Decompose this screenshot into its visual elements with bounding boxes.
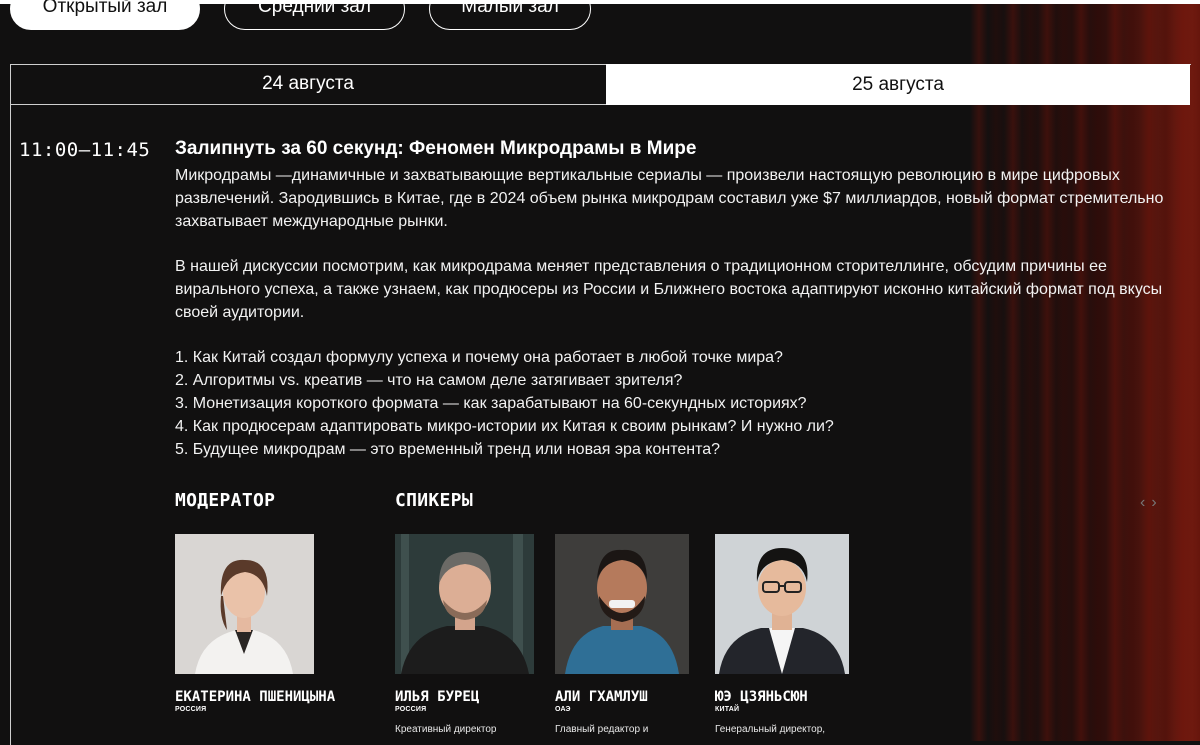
- day-tab-25[interactable]: 25 августа: [606, 64, 1190, 105]
- speaker-photo: [395, 534, 534, 674]
- hall-tab-medium[interactable]: Средний зал: [224, 0, 405, 30]
- question-item: 3. Монетизация короткого формата — как з…: [175, 395, 807, 412]
- speaker-role: Креативный директор: [395, 724, 497, 735]
- moderator-country: РОССИЯ: [175, 706, 207, 713]
- day-tabs: 24 августа 25 августа: [10, 64, 1190, 105]
- session-time: 11:00–11:45: [19, 139, 151, 161]
- hall-tab-label: Средний зал: [258, 0, 371, 17]
- speaker-role: Главный редактор и: [555, 724, 649, 735]
- speaker-card[interactable]: АЛИ ГХАМЛУШ ОАЭ Главный редактор и: [555, 534, 694, 735]
- speaker-card[interactable]: ЮЭ ЦЗЯНЬСЮН КИТАЙ Генеральный директор,: [715, 534, 854, 735]
- speaker-photo: [715, 534, 854, 674]
- speaker-card[interactable]: ИЛЬЯ БУРЕЦ РОССИЯ Креативный директор: [395, 534, 534, 735]
- description-paragraph: В нашей дискуссии посмотрим, как микродр…: [175, 258, 1163, 321]
- speaker-country: РОССИЯ: [395, 706, 427, 713]
- carousel-arrows: ‹›: [1140, 494, 1163, 512]
- speaker-role: Генеральный директор,: [715, 724, 826, 735]
- speaker-photo: [555, 534, 694, 674]
- hall-tab-small[interactable]: Малый зал: [429, 0, 591, 30]
- chevron-right-icon[interactable]: ›: [1151, 494, 1162, 511]
- speaker-name: ИЛЬЯ БУРЕЦ: [395, 689, 480, 705]
- question-item: 5. Будущее микродрам — это временный тре…: [175, 441, 721, 458]
- day-tab-24[interactable]: 24 августа: [10, 64, 606, 105]
- hall-tab-label: Малый зал: [461, 0, 559, 17]
- session-description: Микродрамы —динамичные и захватывающие в…: [175, 164, 1185, 461]
- hall-tab-open[interactable]: Открытый зал: [10, 0, 200, 30]
- session-title: Залипнуть за 60 секунд: Феномен Микродра…: [175, 138, 697, 159]
- speaker-country: ОАЭ: [555, 706, 571, 713]
- description-paragraph: Микродрамы —динамичные и захватывающие в…: [175, 167, 1164, 230]
- speaker-name: АЛИ ГХАМЛУШ: [555, 689, 648, 705]
- speakers-heading: СПИКЕРЫ: [395, 490, 473, 511]
- chevron-left-icon[interactable]: ‹: [1140, 494, 1151, 511]
- question-item: 4. Как продюсерам адаптировать микро-ист…: [175, 418, 834, 435]
- moderator-name: ЕКАТЕРИНА ПШЕНИЦЫНА: [175, 689, 336, 705]
- speaker-country: КИТАЙ: [715, 706, 740, 713]
- moderator-card[interactable]: ЕКАТЕРИНА ПШЕНИЦЫНА РОССИЯ: [175, 534, 335, 713]
- speaker-name: ЮЭ ЦЗЯНЬСЮН: [715, 689, 808, 705]
- hall-tab-label: Открытый зал: [42, 0, 168, 17]
- question-item: 2. Алгоритмы vs. креатив — что на самом …: [175, 372, 683, 389]
- moderator-photo: [175, 534, 314, 674]
- moderator-heading: МОДЕРАТОР: [175, 490, 276, 511]
- question-item: 1. Как Китай создал формулу успеха и поч…: [175, 349, 783, 366]
